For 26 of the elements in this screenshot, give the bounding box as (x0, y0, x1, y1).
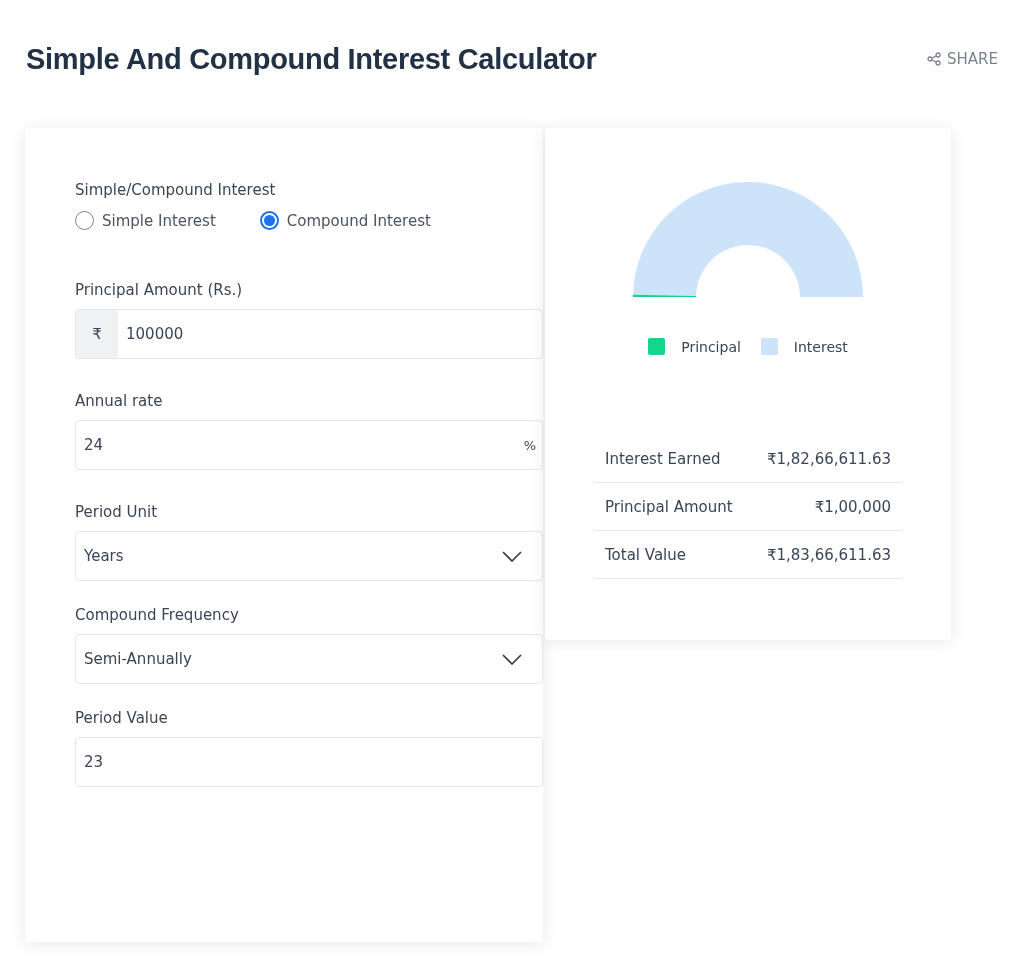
field-label: Annual rate (75, 392, 163, 410)
rate-input[interactable]: 24 % (75, 420, 543, 470)
chevron-down-icon (502, 550, 522, 562)
legend-label: Interest (793, 338, 848, 355)
field-label: Simple/Compound Interest (75, 181, 276, 199)
result-value: ₹1,83,66,611.63 (766, 546, 891, 564)
share-button[interactable]: SHARE (925, 48, 1000, 70)
input-field[interactable]: 23 (75, 737, 543, 787)
field-label: Compound Frequency (75, 606, 239, 624)
result-label: Interest Earned (605, 450, 721, 468)
amount-input[interactable]: ₹ 100000 (75, 309, 543, 359)
result-value: ₹1,00,000 (814, 498, 891, 516)
field-label: Period Value (75, 709, 168, 727)
radio-option[interactable]: Compound Interest (259, 211, 431, 230)
dropdown[interactable]: Semi-Annually (75, 634, 543, 684)
result-value: ₹1,82,66,611.63 (766, 450, 891, 468)
share-icon (927, 52, 942, 66)
dropdown[interactable]: Years (75, 531, 543, 581)
result-label: Total Value (605, 546, 686, 564)
field-label: Period Unit (75, 503, 158, 521)
page-title: Simple And Compound Interest Calculator (26, 42, 597, 76)
radio-option[interactable]: Simple Interest (75, 211, 216, 230)
result-label: Principal Amount (605, 498, 733, 516)
field-label: Principal Amount (Rs.) (75, 281, 243, 299)
legend-label: Principal (681, 338, 741, 355)
chevron-down-icon (502, 653, 522, 665)
